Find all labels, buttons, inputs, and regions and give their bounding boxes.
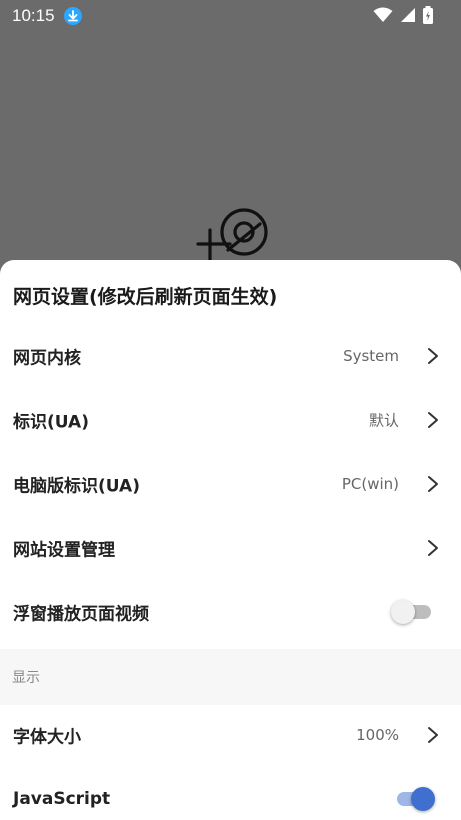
app-logo-icon <box>196 208 268 264</box>
row-label: 网页内核 <box>13 348 81 369</box>
row-value: 100% <box>356 726 399 744</box>
system-icons <box>373 6 433 24</box>
chevron-right-icon <box>428 412 438 428</box>
section-header-display: 显示 <box>0 649 461 705</box>
row-label: JavaScript <box>13 789 111 809</box>
row-font-size[interactable]: 字体大小 100% <box>0 703 461 767</box>
toggle-thumb <box>411 787 435 811</box>
chevron-right-icon <box>428 476 438 492</box>
wifi-icon <box>373 7 393 22</box>
row-label: 电脑版标识(UA) <box>13 476 140 497</box>
row-site-settings[interactable]: 网站设置管理 <box>0 516 461 580</box>
status-bar: 10:15 <box>0 0 461 32</box>
float-video-toggle[interactable] <box>391 598 435 626</box>
section-label: 显示 <box>12 670 40 686</box>
signal-icon <box>401 8 415 22</box>
toggle-thumb <box>391 600 415 624</box>
row-label: 字体大小 <box>13 727 81 748</box>
download-icon <box>64 7 82 25</box>
row-value: 默认 <box>368 411 399 430</box>
row-desktop-user-agent[interactable]: 电脑版标识(UA) PC(win) <box>0 452 461 516</box>
row-user-agent[interactable]: 标识(UA) 默认 <box>0 388 461 452</box>
status-time: 10:15 <box>12 6 55 25</box>
sheet-title: 网页设置(修改后刷新页面生效) <box>13 286 278 308</box>
row-float-video: 浮窗播放页面视频 <box>0 580 461 644</box>
battery-icon <box>423 6 433 24</box>
row-javascript: JavaScript <box>0 767 461 820</box>
row-label: 标识(UA) <box>13 412 89 433</box>
row-value: PC(win) <box>341 475 399 493</box>
row-label: 网站设置管理 <box>13 540 115 561</box>
row-web-kernel[interactable]: 网页内核 System <box>0 324 461 388</box>
row-label: 浮窗播放页面视频 <box>13 604 149 625</box>
chevron-right-icon <box>428 348 438 364</box>
javascript-toggle[interactable] <box>391 785 435 813</box>
web-settings-sheet: 网页设置(修改后刷新页面生效) 网页内核 System 标识(UA) 默认 电脑… <box>0 260 461 820</box>
row-value: System <box>343 347 399 365</box>
chevron-right-icon <box>428 727 438 743</box>
chevron-right-icon <box>428 540 438 556</box>
